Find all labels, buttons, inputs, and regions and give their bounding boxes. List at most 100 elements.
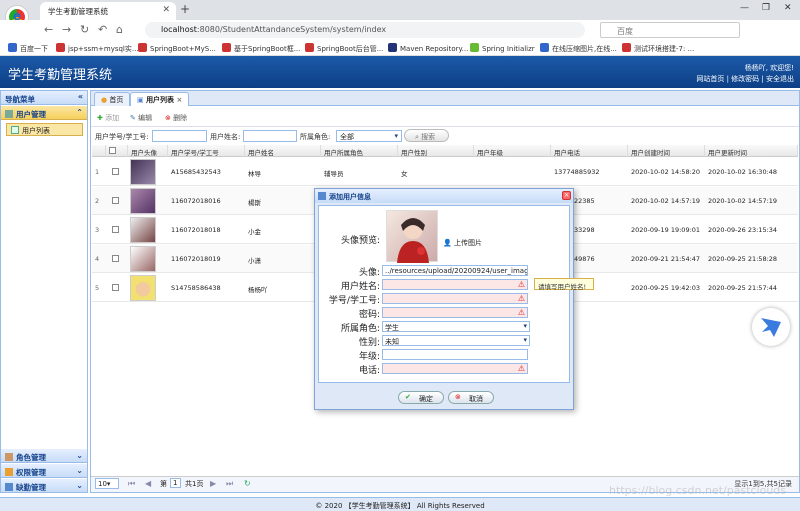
row-checkbox[interactable] xyxy=(112,255,119,262)
nav-item-user-list[interactable]: 用户列表 xyxy=(6,123,83,136)
grid-header[interactable]: 用户头像 xyxy=(128,145,168,157)
password-field[interactable] xyxy=(382,307,528,318)
row-checkbox[interactable] xyxy=(112,197,119,204)
browser-search-input[interactable]: 百度 xyxy=(600,22,740,38)
cell-role: 辅导员 xyxy=(324,170,344,178)
collapse-icon[interactable]: « xyxy=(78,92,83,101)
grid-header[interactable]: 用户学号/学工号 xyxy=(168,145,245,157)
close-tab-icon[interactable]: ✕ xyxy=(162,5,170,15)
select-all-checkbox[interactable] xyxy=(109,147,116,154)
close-window-icon[interactable]: ✕ xyxy=(784,3,792,13)
bookmark-item[interactable]: 百度一下 xyxy=(8,43,48,54)
tab-strip xyxy=(91,91,799,106)
grid-header[interactable]: 用户更新时间 xyxy=(705,145,798,157)
absence-icon xyxy=(5,483,13,491)
gender-value: 未知 xyxy=(385,338,399,346)
grid-header[interactable]: 用户创建时间 xyxy=(628,145,705,157)
page-size-select[interactable]: 10▾ xyxy=(95,478,119,489)
phone-field[interactable] xyxy=(382,363,528,374)
page-input[interactable]: 1 xyxy=(170,478,181,488)
grid-header[interactable]: 用户电话 xyxy=(551,145,628,157)
prev-page-icon[interactable]: ◀ xyxy=(145,479,151,488)
dropdown-icon: ▾ xyxy=(523,322,527,330)
maximize-icon[interactable]: ❐ xyxy=(762,3,770,13)
gender-select[interactable]: 未知 ▾ xyxy=(382,335,530,346)
bird-float-icon[interactable] xyxy=(752,308,790,346)
filter-role-select[interactable]: 全部 ▾ xyxy=(336,130,402,142)
search-button[interactable]: ⌕ 搜索 xyxy=(404,129,449,142)
cell-id: A15685432543 xyxy=(171,168,221,176)
grid-header[interactable]: 用户年级 xyxy=(474,145,551,157)
home-icon[interactable]: ⌂ xyxy=(116,23,123,36)
bookmark-item[interactable]: jsp+ssm+mysql实... xyxy=(56,43,139,54)
grade-field[interactable] xyxy=(382,349,528,360)
bookmark-item[interactable]: 在线压缩图片,在线... xyxy=(540,43,617,54)
minimize-icon[interactable]: — xyxy=(740,3,749,13)
add-button[interactable]: ✚ 添加 xyxy=(97,113,119,123)
row-checkbox[interactable] xyxy=(112,284,119,291)
row-checkbox[interactable] xyxy=(112,226,119,233)
watermark: https://blog.csdn.net/pastclouds xyxy=(609,484,786,497)
tab-home[interactable]: ● 首页 xyxy=(94,92,131,106)
tab-user-list[interactable]: ▣ 用户列表 × xyxy=(130,92,190,106)
table-row[interactable]: 1 A15685432543 林导 辅导员 女 13774885932 2020… xyxy=(92,158,798,186)
grid-header-index xyxy=(92,145,106,157)
role-select[interactable]: 学生 ▾ xyxy=(382,321,530,332)
avatar xyxy=(130,217,156,243)
filter-name-input[interactable] xyxy=(243,130,297,142)
first-page-icon[interactable]: ⏮ xyxy=(128,479,135,489)
dropdown-icon: ▾ xyxy=(523,336,527,344)
bookmark-item[interactable]: Maven Repository... xyxy=(388,43,468,53)
address-bar[interactable]: localhost:8080/StudentAttandanceSystem/s… xyxy=(145,22,585,38)
nav-title-text: 导航菜单 xyxy=(5,95,35,104)
grid-header[interactable]: 用户性别 xyxy=(398,145,474,157)
bookmark-item[interactable]: 基于SpringBoot框... xyxy=(222,43,300,54)
close-tab-icon[interactable]: × xyxy=(177,96,183,104)
bookmark-item[interactable]: SpringBoot+MyS... xyxy=(138,43,216,53)
cancel-button[interactable]: ⊗ 取消 xyxy=(448,391,494,404)
grid-header[interactable]: 用户所属角色 xyxy=(321,145,398,157)
id-field[interactable] xyxy=(382,293,528,304)
reload-icon[interactable]: ↻ xyxy=(80,23,89,36)
delete-button[interactable]: ⊗ 删除 xyxy=(165,113,187,123)
new-tab-icon[interactable]: + xyxy=(180,2,190,16)
edit-button[interactable]: ✎ 编辑 xyxy=(130,113,152,123)
bookmark-item[interactable]: 测试环境搭建-7: ... xyxy=(622,43,694,54)
avatar-label: 头像: xyxy=(358,268,380,278)
grid-header-check[interactable] xyxy=(106,145,128,157)
row-checkbox[interactable] xyxy=(112,168,119,175)
user-group-icon xyxy=(5,110,13,118)
dialog-title[interactable]: 添加用户信息 xyxy=(315,189,573,203)
nav-group-role[interactable]: 角色管理 ⌄ xyxy=(1,449,87,463)
browser-tab[interactable]: 学生考勤管理系统 ✕ xyxy=(40,2,176,20)
ok-button[interactable]: ✔ 确定 xyxy=(398,391,444,404)
bookmark-item[interactable]: Spring Initializr xyxy=(470,43,535,53)
phone-label: 电话: xyxy=(358,366,380,376)
chevron-up-icon: ⌃ xyxy=(76,108,83,117)
last-page-icon[interactable]: ⏭ xyxy=(226,479,233,489)
undo-icon[interactable]: ↶ xyxy=(98,23,107,36)
refresh-icon[interactable]: ↻ xyxy=(244,479,251,488)
nav-group-absence[interactable]: 缺勤管理 ⌄ xyxy=(1,479,87,493)
grid-header[interactable]: 用户姓名 xyxy=(245,145,321,157)
app-header xyxy=(0,56,800,88)
filter-id-input[interactable] xyxy=(152,130,207,142)
cell-updated: 2020-09-25 21:58:28 xyxy=(708,255,778,263)
nav-group-permission[interactable]: 权限管理 ⌄ xyxy=(1,464,87,478)
dialog-title-text: 添加用户信息 xyxy=(329,193,371,201)
bookmark-item[interactable]: SpringBoot后台管... xyxy=(305,43,383,54)
cell-phone: 33298 xyxy=(574,226,595,234)
upload-button[interactable]: 👤 上传图片 xyxy=(443,238,482,248)
row-number: 2 xyxy=(95,197,100,205)
dialog-close-icon[interactable]: × xyxy=(562,191,571,200)
name-field[interactable] xyxy=(382,279,528,290)
header-links[interactable]: 网站首页 | 修改密码 | 安全退出 xyxy=(696,74,794,84)
next-page-icon[interactable]: ▶ xyxy=(210,479,216,488)
nav-group-user[interactable]: 用户管理 ⌃ xyxy=(1,106,87,120)
avatar-path-field[interactable]: ../resources/upload/20200924/user_image.… xyxy=(382,265,528,276)
cell-phone: 49876 xyxy=(574,255,595,263)
warning-icon: ⚠ xyxy=(517,280,526,289)
delete-label: 删除 xyxy=(173,114,188,122)
forward-icon[interactable]: → xyxy=(62,23,71,36)
back-icon[interactable]: ← xyxy=(44,23,53,36)
